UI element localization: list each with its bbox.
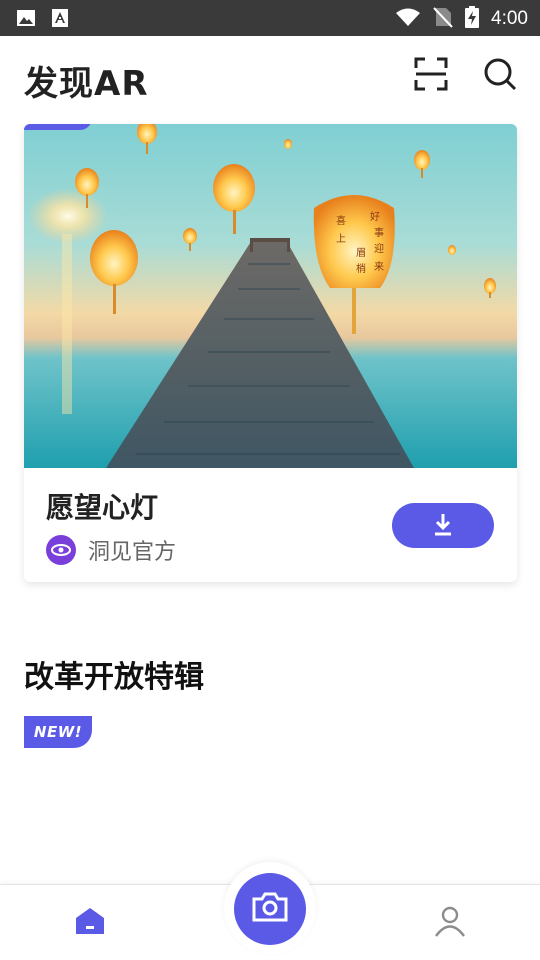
- nav-home[interactable]: [70, 903, 110, 943]
- svg-text:迎: 迎: [374, 243, 384, 255]
- svg-text:眉: 眉: [356, 247, 366, 259]
- featured-ar-card[interactable]: 喜 上 眉 梢 好 事 迎 来 愿望心灯 洞见官方: [24, 124, 517, 582]
- no-sim-icon: [433, 6, 453, 32]
- home-icon: [74, 906, 106, 940]
- search-button[interactable]: [480, 56, 520, 96]
- status-time: 4:00: [491, 8, 528, 29]
- svg-text:事: 事: [374, 226, 384, 239]
- svg-text:来: 来: [374, 261, 384, 273]
- author-avatar: [46, 535, 76, 565]
- section-title: 改革开放特辑: [24, 660, 204, 695]
- scan-icon: [414, 57, 448, 95]
- author-row: 洞见官方: [46, 534, 176, 566]
- svg-text:喜: 喜: [336, 214, 346, 227]
- download-button[interactable]: [392, 503, 494, 548]
- card-tag: [24, 124, 92, 130]
- camera-button[interactable]: [234, 873, 306, 945]
- author-name: 洞见官方: [88, 540, 177, 565]
- card-title: 愿望心灯: [46, 491, 159, 524]
- eye-logo-icon: [51, 544, 71, 556]
- profile-icon: [434, 905, 466, 941]
- battery-charging-icon: [465, 6, 480, 32]
- new-badge: NEW!: [24, 716, 92, 748]
- nav-profile[interactable]: [430, 903, 470, 943]
- sky-lanterns-photo: 喜 上 眉 梢 好 事 迎 来: [24, 124, 517, 468]
- camera-icon: [251, 891, 289, 927]
- page-title: 发现AR: [24, 64, 149, 104]
- download-icon: [432, 512, 454, 540]
- app-header: 发现AR: [0, 36, 540, 120]
- search-icon: [483, 57, 517, 95]
- text-notification-icon: [50, 8, 70, 28]
- svg-text:梢: 梢: [356, 262, 366, 275]
- svg-text:好: 好: [370, 211, 380, 223]
- scan-button[interactable]: [411, 56, 451, 96]
- image-icon: [16, 8, 36, 28]
- svg-text:上: 上: [336, 233, 346, 245]
- wifi-icon: [395, 7, 421, 31]
- status-bar: 4:00: [0, 0, 540, 36]
